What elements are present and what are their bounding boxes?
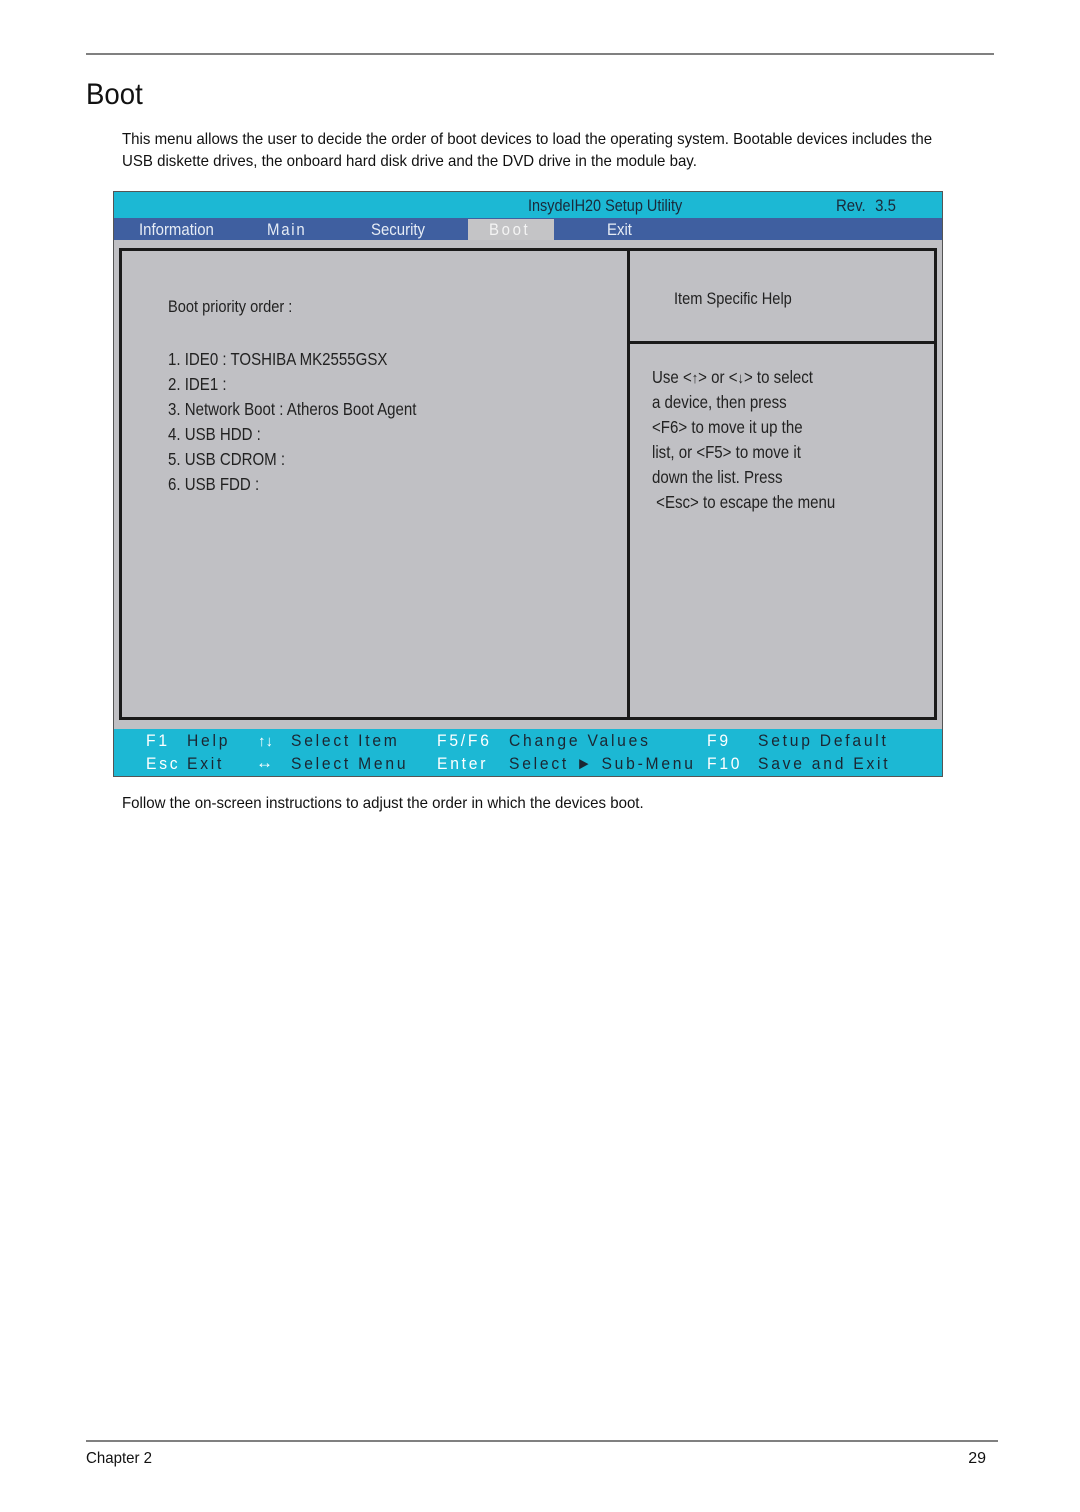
bios-title-bar: InsydeIH20 Setup Utility Rev. 3.5 [114, 192, 942, 218]
key-f1-desc: Help [187, 731, 231, 750]
boot-order-list: 1. IDE0 : TOSHIBA MK2555GSX 2. IDE1 : 3.… [168, 347, 457, 497]
arrows-left-right-icon: ↔ [256, 753, 273, 772]
panel-divider-horizontal [630, 341, 934, 344]
boot-device-item[interactable]: 1. IDE0 : TOSHIBA MK2555GSX [168, 347, 416, 372]
key-f10-desc: Save and Exit [758, 754, 891, 773]
footer-chapter: Chapter 2 [86, 1450, 153, 1467]
boot-device-item[interactable]: 2. IDE1 : [168, 372, 416, 397]
boot-device-item[interactable]: 5. USB CDROM : [168, 447, 416, 472]
footer-page-number: 29 [968, 1450, 986, 1467]
tab-information[interactable]: Information [139, 219, 214, 240]
boot-device-item[interactable]: 3. Network Boot : Atheros Boot Agent [168, 397, 416, 422]
help-text-fragment: > to select [743, 367, 813, 387]
help-text: Use <↑> or <↓> to select a device, then … [652, 365, 865, 515]
help-line: Use <↑> or <↓> to select [652, 365, 835, 390]
bios-revision: Rev. 3.5 [836, 196, 896, 215]
key-enter: Enter [437, 754, 489, 773]
help-line: <Esc> to escape the menu [652, 492, 836, 512]
key-f5f6: F5/F6 [437, 731, 492, 750]
intro-paragraph: This menu allows the user to decide the … [122, 131, 933, 170]
boot-priority-heading: Boot priority order : [168, 297, 293, 316]
key-f9: F9 [707, 731, 731, 750]
key-f10: F10 [707, 754, 743, 773]
follow-instructions-text: Follow the on-screen instructions to adj… [122, 795, 644, 812]
boot-device-item[interactable]: 6. USB FDD : [168, 472, 416, 497]
tab-security[interactable]: Security [371, 219, 425, 240]
boot-device-item[interactable]: 4. USB HDD : [168, 422, 416, 447]
footer-rule [86, 1440, 998, 1442]
bios-title: InsydeIH20 Setup Utility [528, 196, 683, 215]
help-line: <F6> to move it up the [652, 417, 803, 437]
key-f1: F1 [146, 731, 170, 750]
key-f5f6-desc: Change Values [509, 731, 651, 750]
panel-divider-vertical [627, 251, 630, 717]
key-enter-desc: Select ► Sub-Menu [509, 754, 696, 773]
arrows-up-down-icon: ↑↓ [258, 733, 273, 750]
key-esc: Esc [146, 754, 181, 773]
help-line: list, or <F5> to move it [652, 442, 801, 462]
key-updown-desc: Select Item [291, 731, 400, 750]
header-rule [86, 53, 994, 55]
key-esc-desc: Exit [187, 754, 225, 773]
key-leftright-desc: Select Menu [291, 754, 409, 773]
help-line: down the list. Press [652, 467, 783, 487]
bios-key-legend: F1 Help ↑↓ Select Item F5/F6 Change Valu… [114, 729, 942, 776]
bios-menu-bar: Information Main Security Boot Exit [114, 218, 942, 240]
help-line: a device, then press [652, 392, 787, 412]
page-title: Boot [86, 78, 143, 111]
key-f9-desc: Setup Default [758, 731, 889, 750]
tab-exit[interactable]: Exit [607, 219, 632, 240]
help-text-fragment: > or < [698, 367, 738, 387]
tab-main[interactable]: Main [267, 219, 306, 240]
bios-content-panel: Boot priority order : 1. IDE0 : TOSHIBA … [119, 248, 937, 720]
bios-setup-screen: InsydeIH20 Setup Utility Rev. 3.5 Inform… [113, 191, 943, 777]
tab-boot[interactable]: Boot [489, 219, 530, 240]
help-text-fragment: Use < [652, 367, 692, 387]
item-specific-help-heading: Item Specific Help [674, 289, 792, 308]
